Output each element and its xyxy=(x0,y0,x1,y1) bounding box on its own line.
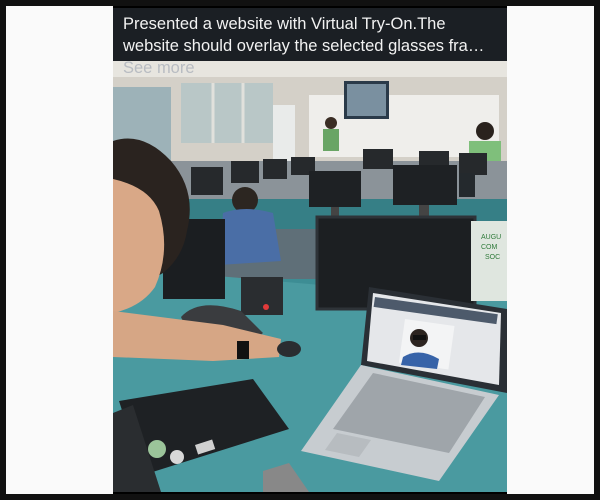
caption-text: Presented a website with Virtual Try-On.… xyxy=(123,15,485,55)
bottom-border xyxy=(0,494,600,500)
post-caption[interactable]: Presented a website with Virtual Try-On.… xyxy=(113,8,507,77)
right-border xyxy=(594,0,600,500)
wristwatch xyxy=(237,341,249,359)
left-border xyxy=(0,0,6,500)
top-border xyxy=(0,0,600,6)
presenter-head xyxy=(325,117,337,129)
seated-person-body xyxy=(219,209,281,265)
right-margin xyxy=(507,0,600,500)
post-card[interactable]: Presented a website with Virtual Try-On.… xyxy=(113,8,507,492)
svg-text:AUGU: AUGU xyxy=(481,234,501,241)
left-margin xyxy=(0,0,113,500)
mouse xyxy=(277,341,301,357)
air-conditioner xyxy=(273,105,295,161)
svg-text:SOC: SOC xyxy=(485,254,500,261)
monitor-mid-2 xyxy=(393,165,457,205)
right-person-shirt xyxy=(471,221,507,301)
presenter-body xyxy=(323,129,339,151)
person-right-head xyxy=(476,122,494,140)
network-device xyxy=(241,277,283,315)
svg-text:COM: COM xyxy=(481,244,498,251)
window-middle xyxy=(181,83,273,143)
virtual-glasses xyxy=(413,335,426,340)
see-more-link[interactable]: See more xyxy=(123,59,195,77)
post-photo[interactable]: AUGU COM SOC xyxy=(113,61,507,492)
monitor-mid-1 xyxy=(309,171,361,207)
